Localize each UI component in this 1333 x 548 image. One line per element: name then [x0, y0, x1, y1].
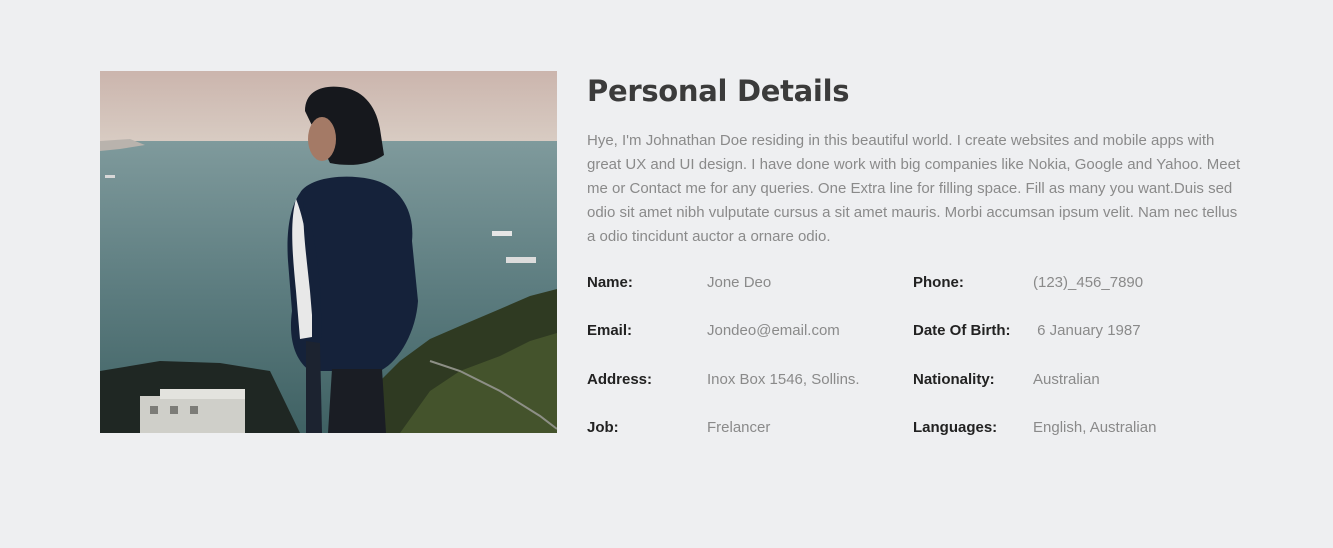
details-row: Address: Inox Box 1546, Sollins. Nationa… [587, 370, 1247, 418]
languages-value: English, Australian [1033, 418, 1157, 436]
phone-label: Phone: [913, 274, 964, 291]
email-label: Email: [587, 322, 633, 340]
details-grid: Name: Jone Deo Phone: (123)_456_7890 Ema… [587, 273, 1247, 466]
details-row: Email: Jondeo@email.com Date Of Birth: 6… [587, 321, 1247, 369]
personal-details-section: Personal Details Hye, I'm Johnathan Doe … [587, 71, 1247, 436]
nationality-value: Australian [1033, 370, 1100, 388]
details-row: Name: Jone Deo Phone: (123)_456_7890 [587, 273, 1247, 321]
date-of-birth-label: Date Of Birth: [913, 322, 1011, 340]
name-value: Jone Deo [707, 274, 772, 291]
job-value: Frelancer [707, 418, 771, 436]
nationality-label: Nationality: [913, 370, 995, 388]
profile-photo [100, 71, 557, 433]
name-label: Name: [587, 274, 633, 291]
job-label: Job: [587, 418, 619, 436]
details-row: Job: Frelancer Languages: English, Austr… [587, 418, 1247, 466]
email-value: Jondeo@email.com [707, 322, 840, 340]
date-of-birth-value: 6 January 1987 [1033, 322, 1141, 340]
bio-text: Hye, I'm Johnathan Doe residing in this … [587, 132, 1241, 245]
section-title: Personal Details [587, 74, 850, 108]
phone-value: (123)_456_7890 [1033, 274, 1144, 291]
address-value: Inox Box 1546, Sollins. [707, 370, 860, 388]
address-label: Address: [587, 370, 653, 388]
languages-label: Languages: [913, 418, 998, 436]
